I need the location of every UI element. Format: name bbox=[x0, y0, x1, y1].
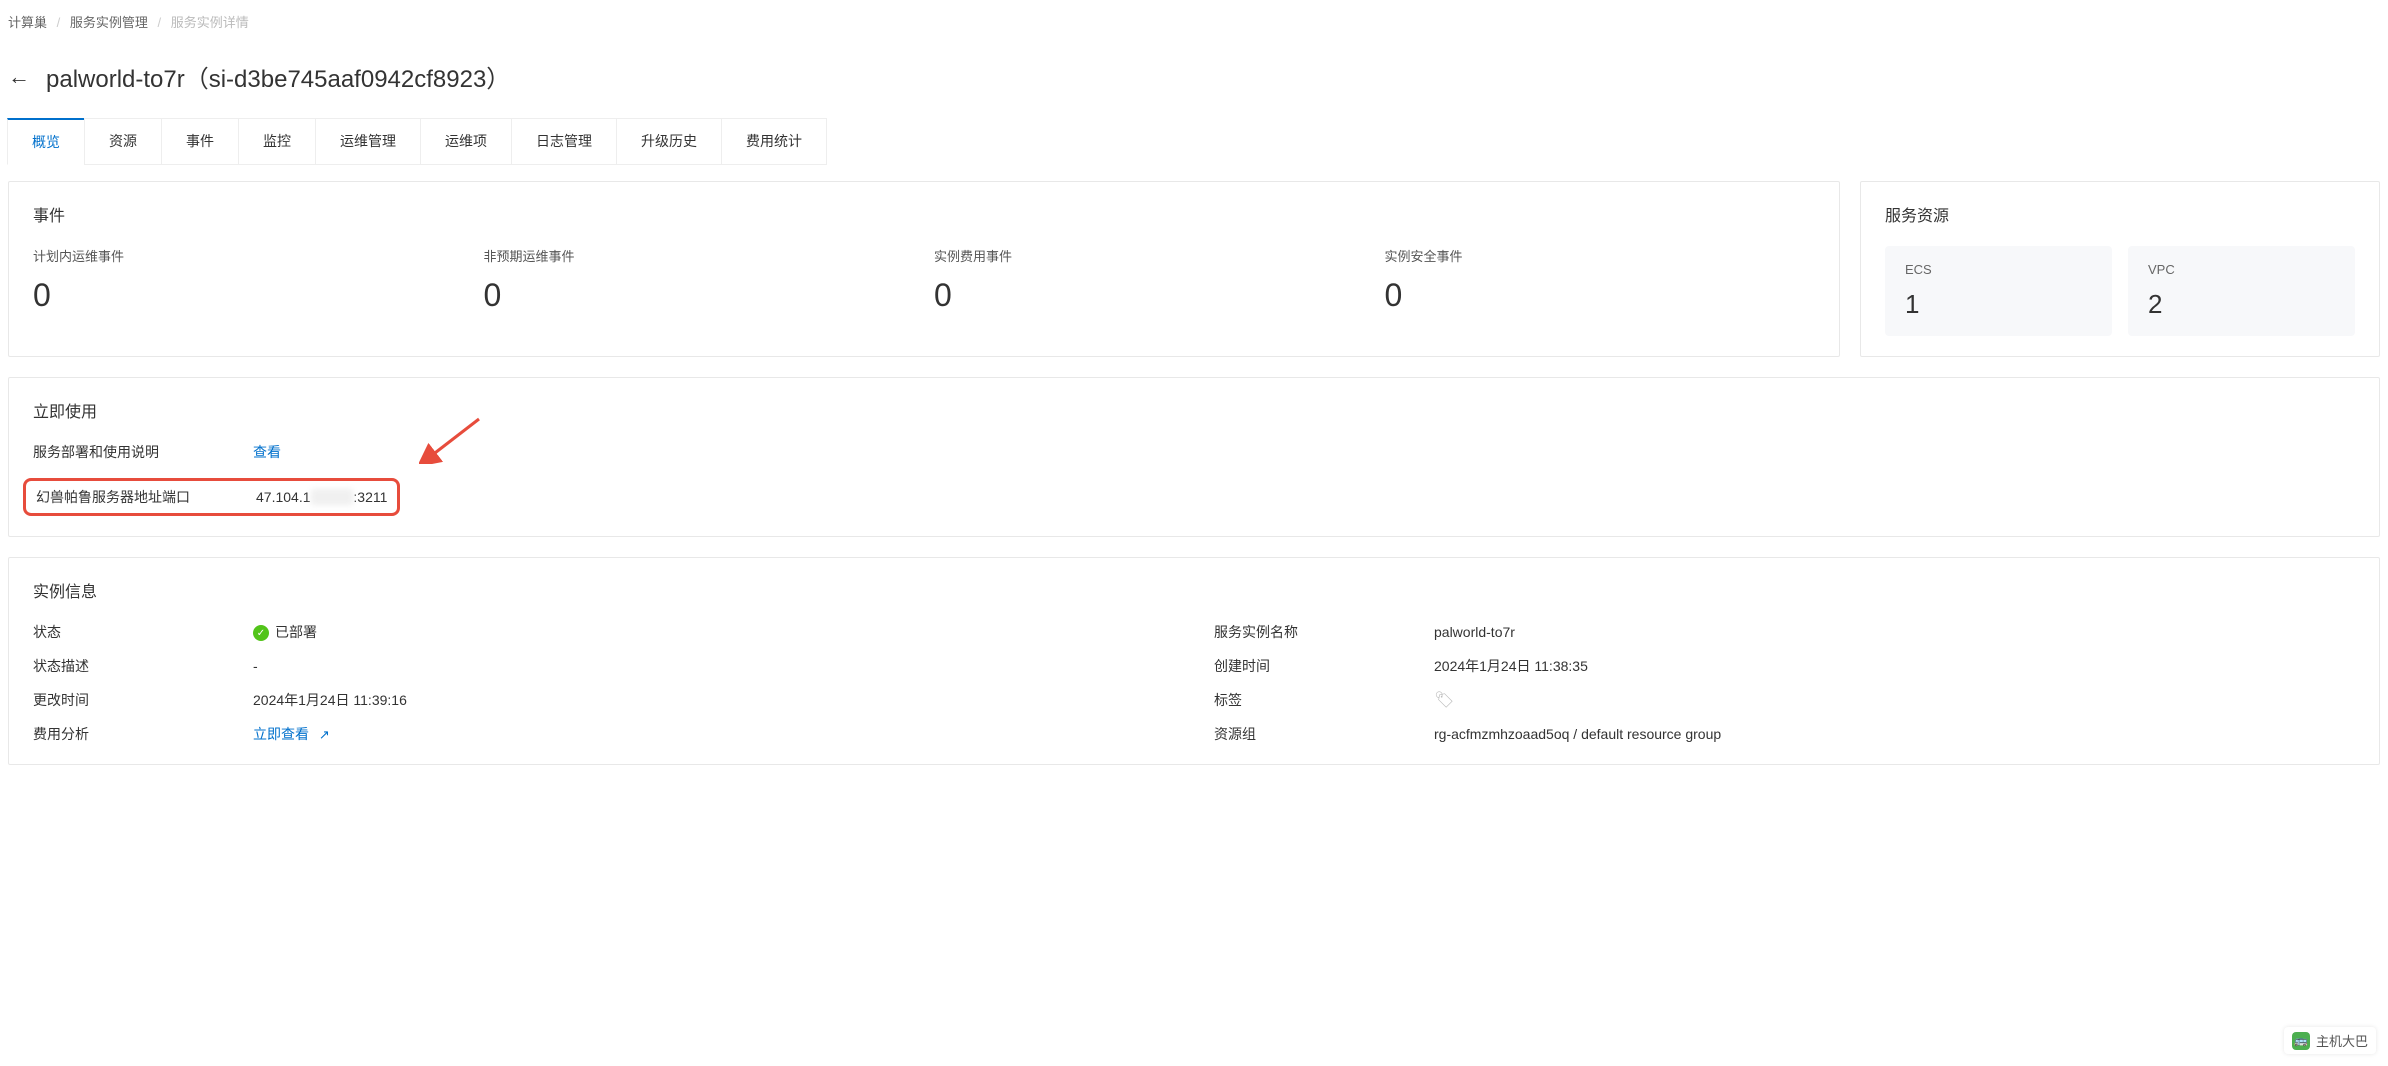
status-desc-value: - bbox=[253, 658, 258, 674]
event-label: 计划内运维事件 bbox=[33, 246, 464, 265]
resource-label: VPC bbox=[2148, 262, 2335, 277]
resources-card: 服务资源 ECS 1 VPC 2 bbox=[1860, 181, 2380, 357]
event-value: 0 bbox=[934, 277, 1365, 314]
update-time-label: 更改时间 bbox=[33, 690, 253, 710]
resource-group-label: 资源组 bbox=[1214, 724, 1434, 744]
tab-ops-items[interactable]: 运维项 bbox=[420, 118, 512, 165]
instance-card: 实例信息 状态 ✓已部署 服务实例名称 palworld-to7r 状态描述 -… bbox=[8, 557, 2380, 765]
breadcrumb-root[interactable]: 计算巢 bbox=[8, 15, 47, 30]
event-label: 非预期运维事件 bbox=[484, 246, 915, 265]
bus-icon: 🚌 bbox=[2292, 1032, 2310, 1050]
server-address-highlight: 幻兽帕鲁服务器地址端口 47.104.1xx.xxx:3211 bbox=[23, 478, 400, 516]
tab-logs[interactable]: 日志管理 bbox=[511, 118, 617, 165]
name-label: 服务实例名称 bbox=[1214, 622, 1434, 642]
instance-card-title: 实例信息 bbox=[33, 578, 2355, 602]
event-value: 0 bbox=[1385, 277, 1816, 314]
watermark: 🚌 主机大巴 bbox=[2284, 1027, 2376, 1054]
resource-label: ECS bbox=[1905, 262, 2092, 277]
events-card-title: 事件 bbox=[33, 202, 1815, 226]
status-value: ✓已部署 bbox=[253, 622, 317, 642]
resource-item-ecs[interactable]: ECS 1 bbox=[1885, 246, 2112, 336]
tabs: 概览 资源 事件 监控 运维管理 运维项 日志管理 升级历史 费用统计 bbox=[0, 118, 2388, 165]
event-value: 0 bbox=[33, 277, 464, 314]
tags-value[interactable]: 🏷 bbox=[1434, 690, 1454, 710]
usage-card: 立即使用 服务部署和使用说明 查看 幻兽帕鲁服务器地址端口 47.104.1xx… bbox=[8, 377, 2380, 537]
deploy-doc-label: 服务部署和使用说明 bbox=[33, 442, 253, 462]
cost-label: 费用分析 bbox=[33, 724, 253, 744]
create-time-value: 2024年1月24日 11:38:35 bbox=[1434, 656, 1588, 676]
cost-link[interactable]: 立即查看 bbox=[253, 726, 309, 742]
breadcrumb: 计算巢 / 服务实例管理 / 服务实例详情 bbox=[0, 0, 2388, 43]
tab-monitor[interactable]: 监控 bbox=[238, 118, 316, 165]
events-card: 事件 计划内运维事件 0 非预期运维事件 0 实例费用事件 0 实例安全事件 0 bbox=[8, 181, 1840, 357]
status-label: 状态 bbox=[33, 622, 253, 642]
resource-group-value: rg-acfmzmhzoaad5oq / default resource gr… bbox=[1434, 726, 1721, 742]
tag-icon: 🏷 bbox=[1434, 692, 1454, 709]
server-addr-value: 47.104.1xx.xxx:3211 bbox=[256, 489, 387, 505]
create-time-label: 创建时间 bbox=[1214, 656, 1434, 676]
check-circle-icon: ✓ bbox=[253, 625, 269, 641]
name-value: palworld-to7r bbox=[1434, 624, 1515, 640]
server-addr-label: 幻兽帕鲁服务器地址端口 bbox=[36, 487, 256, 507]
tab-events[interactable]: 事件 bbox=[161, 118, 239, 165]
tab-upgrade[interactable]: 升级历史 bbox=[616, 118, 722, 165]
tab-overview[interactable]: 概览 bbox=[7, 118, 85, 165]
resource-value: 2 bbox=[2148, 289, 2335, 320]
tab-resources[interactable]: 资源 bbox=[84, 118, 162, 165]
tab-ops-mgmt[interactable]: 运维管理 bbox=[315, 118, 421, 165]
deploy-doc-link[interactable]: 查看 bbox=[253, 442, 281, 462]
usage-card-title: 立即使用 bbox=[33, 398, 2355, 422]
resources-card-title: 服务资源 bbox=[1885, 202, 2355, 226]
back-arrow-icon[interactable]: ← bbox=[8, 64, 30, 90]
breadcrumb-current: 服务实例详情 bbox=[171, 15, 249, 30]
event-label: 实例费用事件 bbox=[934, 246, 1365, 265]
event-item: 实例费用事件 0 bbox=[934, 246, 1365, 314]
status-desc-label: 状态描述 bbox=[33, 656, 253, 676]
event-label: 实例安全事件 bbox=[1385, 246, 1816, 265]
tags-label: 标签 bbox=[1214, 690, 1434, 710]
tab-billing[interactable]: 费用统计 bbox=[721, 118, 827, 165]
event-value: 0 bbox=[484, 277, 915, 314]
event-item: 实例安全事件 0 bbox=[1385, 246, 1816, 314]
breadcrumb-mid[interactable]: 服务实例管理 bbox=[70, 15, 148, 30]
page-header: ← palworld-to7r（si-d3be745aaf0942cf8923） bbox=[0, 43, 2388, 118]
resource-value: 1 bbox=[1905, 289, 2092, 320]
update-time-value: 2024年1月24日 11:39:16 bbox=[253, 690, 407, 710]
watermark-text: 主机大巴 bbox=[2316, 1031, 2368, 1050]
resource-item-vpc[interactable]: VPC 2 bbox=[2128, 246, 2355, 336]
event-item: 计划内运维事件 0 bbox=[33, 246, 464, 314]
external-link-icon[interactable]: ↗ bbox=[319, 727, 330, 742]
page-title: palworld-to7r（si-d3be745aaf0942cf8923） bbox=[46, 59, 510, 94]
event-item: 非预期运维事件 0 bbox=[484, 246, 915, 314]
